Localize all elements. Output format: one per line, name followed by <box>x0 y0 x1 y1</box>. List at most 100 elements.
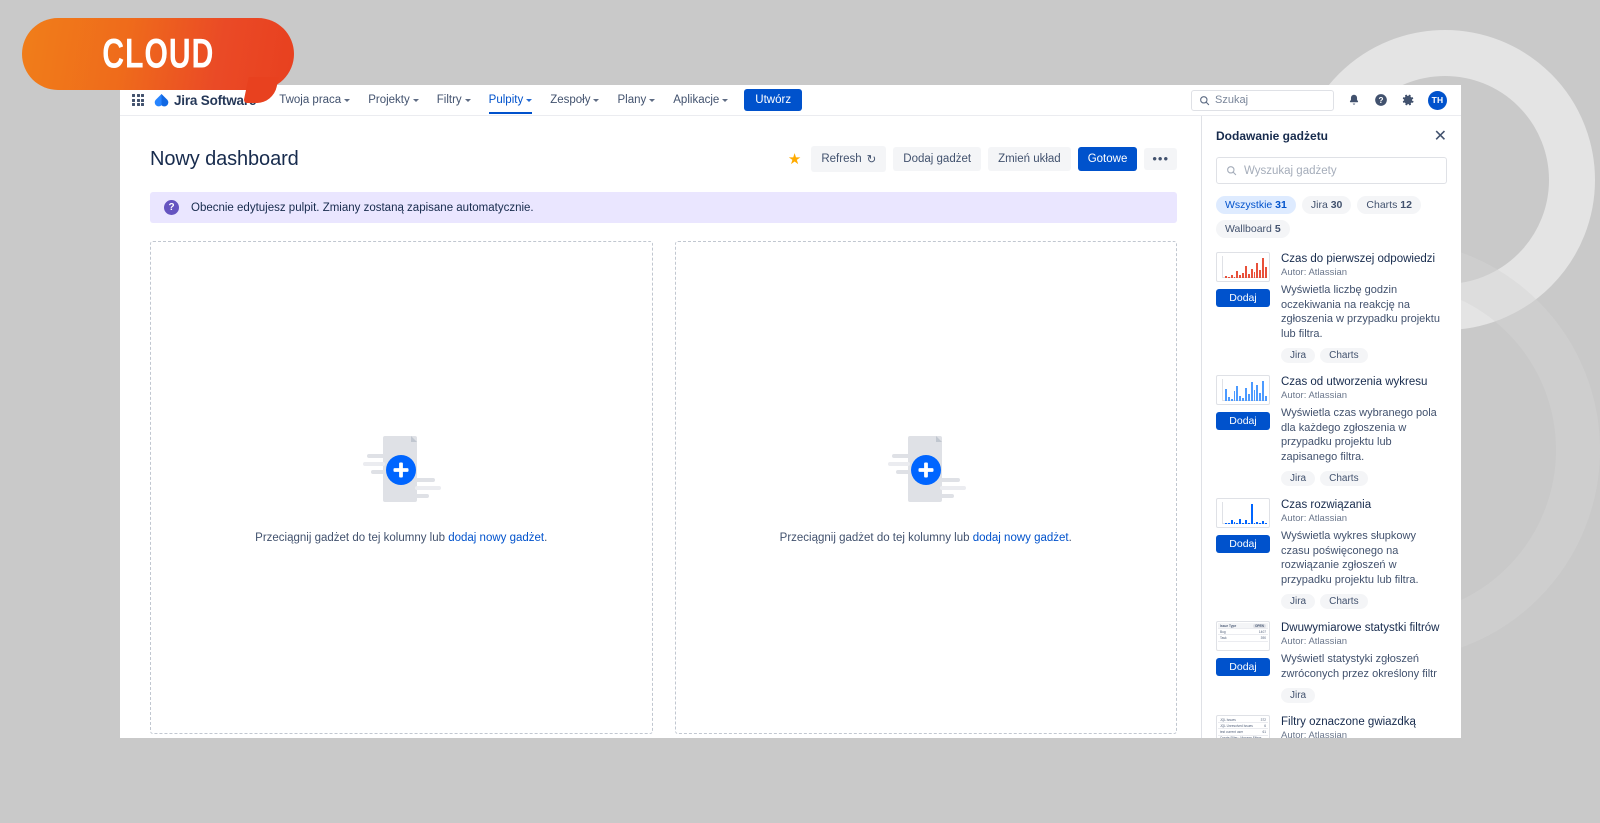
refresh-button[interactable]: Refresh ↻ <box>811 146 887 172</box>
thumb-table-header-cell: OPEN <box>1252 623 1266 628</box>
chip-label: Wszystkie <box>1225 199 1273 211</box>
gadget-info: Filtry oznaczone gwiazdką Autor: Atlassi… <box>1281 715 1447 738</box>
nav-item-filtry[interactable]: Filtry <box>428 87 480 113</box>
search-icon <box>1227 166 1237 176</box>
top-navigation-bar: Jira Software Twoja praca Projekty Filtr… <box>120 85 1461 116</box>
gadget-filter-chips: Wszystkie 31 Jira 30 Charts 12 Wallboard… <box>1216 196 1447 238</box>
nav-item-zespoly[interactable]: Zespoły <box>541 87 608 113</box>
add-gadget-button[interactable]: Dodaj <box>1216 535 1270 553</box>
thumb-table: JQL Issues 372 JQL Unresolved Issues 6 t… <box>1217 716 1269 738</box>
avatar[interactable]: TH <box>1428 90 1447 110</box>
add-gadget-panel: Dodawanie gadżetu ✕ Wyszukaj gadżety Wsz… <box>1201 116 1461 738</box>
dashboard-columns: Przeciągnij gadżet do tej kolumny lub do… <box>120 223 1201 734</box>
gadget-tag: Jira <box>1281 594 1316 609</box>
thumb-table-cell: 61 <box>1262 729 1266 734</box>
nav-label: Pulpity <box>488 94 524 106</box>
gadget-info: Dwuwymiarowe statystki filtrów Autor: At… <box>1281 621 1447 703</box>
nav-label: Plany <box>617 94 647 106</box>
create-button[interactable]: Utwórz <box>744 89 803 111</box>
done-button[interactable]: Gotowe <box>1077 147 1138 171</box>
gadget-item: JQL Issues 372 JQL Unresolved Issues 6 t… <box>1216 715 1447 738</box>
chevron-down-icon <box>649 98 656 102</box>
add-gadget-button[interactable]: Dodaj <box>1216 412 1270 430</box>
thumb-table-cell: Bug <box>1220 629 1226 634</box>
nav-label: Twoja praca <box>279 94 342 106</box>
gadget-left: Dodaj <box>1216 252 1270 363</box>
chip-count: 31 <box>1275 199 1287 211</box>
nav-item-pulpity[interactable]: Pulpity <box>480 87 542 114</box>
gadget-author: Autor: Atlassian <box>1281 730 1348 738</box>
gadget-item: Dodaj Czas od utworzenia wykresu Autor: … <box>1216 375 1447 498</box>
more-actions-button[interactable]: ••• <box>1144 148 1177 170</box>
nav-label: Projekty <box>368 94 410 106</box>
gadget-title[interactable]: Czas do pierwszej odpowiedzi <box>1281 252 1447 266</box>
empty-column-caption: Przeciągnij gadżet do tej kolumny lub do… <box>255 532 547 544</box>
add-new-gadget-link[interactable]: dodaj nowy gadżet <box>448 532 544 544</box>
screenshot-root: Jira Software Twoja praca Projekty Filtr… <box>0 0 1600 823</box>
add-gadget-button[interactable]: Dodaj gadżet <box>893 147 982 171</box>
dashboard-header: Nowy dashboard ★ Refresh ↻ Dodaj gadżet … <box>120 116 1201 178</box>
gadget-item: Dodaj Czas rozwiązania Autor: Atlassian … <box>1216 498 1447 621</box>
add-new-gadget-link[interactable]: dodaj nowy gadżet <box>973 532 1069 544</box>
thumb-table-cell: 372 <box>1260 717 1266 722</box>
gadget-thumbnail-table: Issue Type OPEN Bug 1407 Task 390 <box>1216 621 1270 651</box>
gadget-title[interactable]: Czas rozwiązania <box>1281 498 1447 512</box>
top-nav-right-group: Szukaj ? TH <box>1191 89 1453 111</box>
thumb-table-cell: JQL Issues <box>1220 717 1236 722</box>
gadget-description: Wyświetla czas wybranego pola dla każdeg… <box>1281 407 1437 463</box>
nav-item-twoja-praca[interactable]: Twoja praca <box>270 87 359 113</box>
search-icon <box>1200 95 1210 105</box>
dashboard-column-right[interactable]: Przeciągnij gadżet do tej kolumny lub do… <box>674 241 1177 734</box>
gadget-thumbnail-sparse-bar-chart <box>1216 498 1270 528</box>
gadget-left: Issue Type OPEN Bug 1407 Task 390 Dodaj <box>1216 621 1270 703</box>
global-search-input[interactable]: Szukaj <box>1191 89 1334 111</box>
nav-item-projekty[interactable]: Projekty <box>359 87 428 113</box>
dashboard-main: Nowy dashboard ★ Refresh ↻ Dodaj gadżet … <box>120 116 1201 738</box>
change-layout-button[interactable]: Zmień układ <box>988 147 1071 171</box>
page-title: Nowy dashboard <box>150 147 299 170</box>
gadget-search-input[interactable]: Wyszukaj gadżety <box>1216 157 1447 184</box>
gadget-info: Czas rozwiązania Autor: Atlassian Wyświe… <box>1281 498 1447 609</box>
chip-count: 30 <box>1330 199 1343 211</box>
primary-nav: Twoja praca Projekty Filtry Pulpity Zesp… <box>270 87 803 114</box>
dashboard-column-left[interactable]: Przeciągnij gadżet do tej kolumny lub do… <box>150 241 653 734</box>
notifications-icon[interactable] <box>1347 93 1361 107</box>
filter-chip-wallboard[interactable]: Wallboard 5 <box>1216 220 1290 238</box>
brand-logo[interactable]: Jira Software <box>154 93 256 108</box>
filter-chip-charts[interactable]: Charts 12 <box>1357 196 1421 214</box>
thumb-table-cell: JQL Unresolved Issues <box>1220 723 1253 728</box>
app-switcher-icon[interactable] <box>130 92 146 108</box>
banner-text: Obecnie edytujesz pulpit. Zmiany zostaną… <box>191 201 534 214</box>
gadget-tag: Charts <box>1320 471 1368 486</box>
gadget-item: Issue Type OPEN Bug 1407 Task 390 Dodaj … <box>1216 621 1447 715</box>
gadget-title[interactable]: Dwuwymiarowe statystki filtrów <box>1281 621 1447 635</box>
thumb-table-cell: 390 <box>1260 635 1266 640</box>
thumb-table-cell: test current user <box>1220 729 1244 734</box>
gadget-left: Dodaj <box>1216 375 1270 486</box>
settings-icon[interactable] <box>1401 93 1415 107</box>
chevron-down-icon <box>593 98 600 102</box>
empty-gadget-illustration <box>355 432 447 510</box>
gadget-tags: Jira Charts <box>1281 348 1447 363</box>
help-icon[interactable]: ? <box>1374 93 1388 107</box>
filter-chip-wszystkie[interactable]: Wszystkie 31 <box>1216 196 1296 214</box>
info-icon: ? <box>164 200 179 215</box>
gadget-tags: Jira <box>1281 688 1447 703</box>
gadget-title[interactable]: Czas od utworzenia wykresu <box>1281 375 1447 389</box>
gadget-left: Dodaj <box>1216 498 1270 609</box>
chevron-down-icon <box>344 98 351 102</box>
empty-column-caption: Przeciągnij gadżet do tej kolumny lub do… <box>780 532 1072 544</box>
cloud-badge: CLOUD <box>22 18 294 90</box>
add-gadget-button[interactable]: Dodaj <box>1216 658 1270 676</box>
caption-prefix: Przeciągnij gadżet do tej kolumny lub <box>779 531 973 544</box>
add-gadget-button[interactable]: Dodaj <box>1216 289 1270 307</box>
nav-item-plany[interactable]: Plany <box>608 87 664 113</box>
filter-chip-jira[interactable]: Jira 30 <box>1301 196 1352 214</box>
gadget-info: Czas od utworzenia wykresu Autor: Atlass… <box>1281 375 1447 486</box>
refresh-label: Refresh <box>821 153 862 165</box>
favorite-star-icon[interactable]: ★ <box>788 152 801 167</box>
nav-item-aplikacje[interactable]: Aplikacje <box>664 87 737 113</box>
close-icon[interactable]: ✕ <box>1434 129 1447 145</box>
gadget-list: Dodaj Czas do pierwszej odpowiedzi Autor… <box>1216 252 1447 738</box>
gadget-title[interactable]: Filtry oznaczone gwiazdką <box>1281 715 1447 729</box>
